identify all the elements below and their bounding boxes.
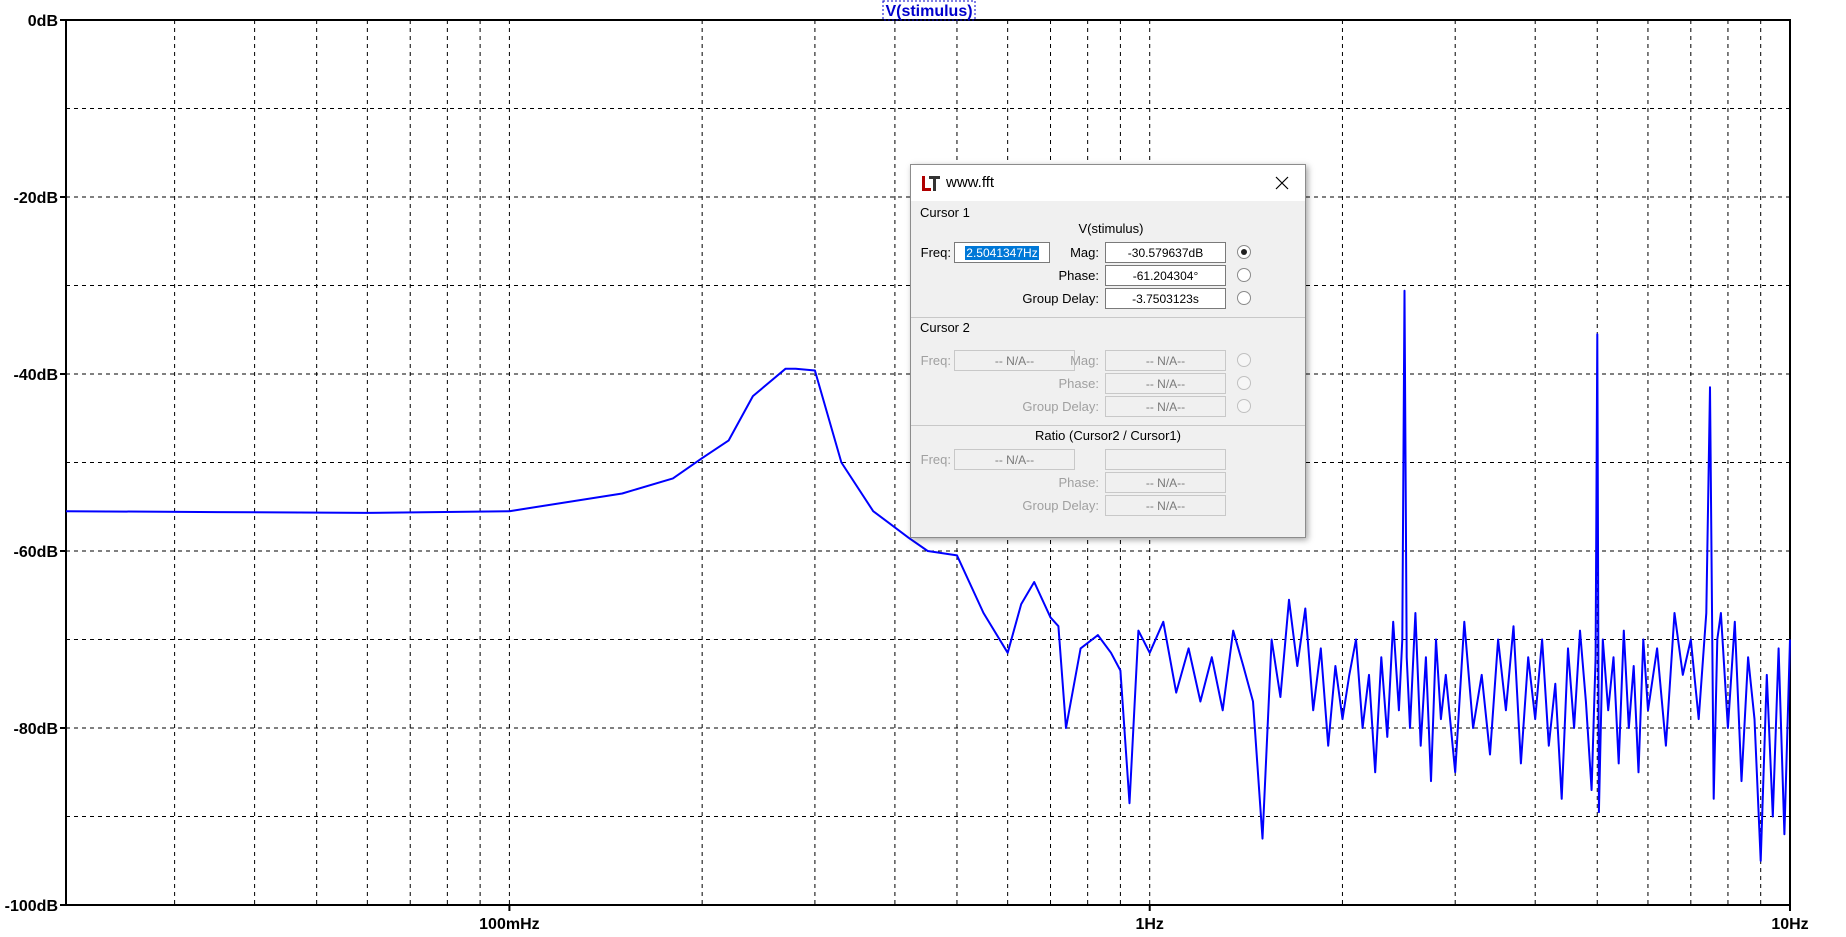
ratio-phase-label: Phase:: [1058, 475, 1099, 490]
cursor2-phase-radio[interactable]: [1237, 376, 1251, 390]
cursor1-label: Cursor 1: [920, 205, 970, 220]
ratio-label: Ratio (Cursor2 / Cursor1): [1035, 428, 1181, 443]
cursor1-group-delay-field[interactable]: -3.7503123s: [1105, 288, 1226, 309]
ltspice-icon: [922, 176, 940, 191]
y-tick-label: -100dB: [5, 898, 58, 915]
cursor1-group-delay-radio[interactable]: [1237, 291, 1251, 305]
cursor1-phase-radio[interactable]: [1237, 268, 1251, 282]
cursor1-mag-field[interactable]: -30.579637dB: [1105, 242, 1226, 263]
cursor2-mag-radio[interactable]: [1237, 353, 1251, 367]
ratio-freq-field[interactable]: -- N/A--: [954, 449, 1075, 470]
cursor1-trace-name: V(stimulus): [1078, 221, 1144, 236]
cursor2-mag-field[interactable]: -- N/A--: [1105, 350, 1226, 371]
cursor-dialog[interactable]: www.fft Cursor 1 V(stimulus) Freq: 2.504…: [910, 164, 1306, 538]
y-tick-label: -80dB: [14, 721, 58, 738]
cursor2-group-delay-field[interactable]: -- N/A--: [1105, 396, 1226, 417]
y-tick-label: 0dB: [28, 13, 58, 30]
y-tick-label: -20dB: [14, 190, 58, 207]
y-tick-label: -60dB: [14, 544, 58, 561]
x-tick-label: 10Hz: [1771, 916, 1808, 933]
ratio-mag-field[interactable]: [1105, 449, 1226, 470]
close-icon: [1275, 176, 1289, 190]
cursor1-phase-field[interactable]: -61.204304°: [1105, 265, 1226, 286]
trace-title-box[interactable]: V(stimulus): [882, 0, 976, 21]
y-tick-label: -40dB: [14, 367, 58, 384]
cursor2-freq-label: Freq:: [920, 353, 951, 368]
cursor2-group: Cursor 2 Freq: -- N/A-- Mag: -- N/A-- Ph…: [911, 317, 1305, 424]
ratio-phase-field[interactable]: -- N/A--: [1105, 472, 1226, 493]
cursor1-freq-field[interactable]: 2.5041347Hz: [954, 242, 1050, 263]
x-tick-label: 100mHz: [479, 916, 539, 933]
cursor1-mag-label: Mag:: [1070, 245, 1099, 260]
cursor1-phase-label: Phase:: [1058, 268, 1099, 283]
cursor2-group-delay-radio[interactable]: [1237, 399, 1251, 413]
cursor1-group: Cursor 1 V(stimulus) Freq: 2.5041347Hz M…: [911, 201, 1305, 315]
axis-tick-labels: 0dB -20dB -40dB -60dB -80dB -100dB 100mHz 1Hz 10…: [5, 13, 1809, 933]
cursor2-phase-label: Phase:: [1058, 376, 1099, 391]
cursor1-freq-label: Freq:: [920, 245, 951, 260]
cursor2-group-delay-label: Group Delay:: [1022, 399, 1099, 414]
cursor1-mag-radio[interactable]: [1237, 245, 1251, 259]
dialog-title: www.fft: [946, 174, 995, 191]
cursor2-mag-label: Mag:: [1070, 353, 1099, 368]
ratio-group-delay-field[interactable]: -- N/A--: [1105, 495, 1226, 516]
dialog-titlebar[interactable]: www.fft: [911, 165, 1305, 201]
close-button[interactable]: [1259, 165, 1305, 201]
x-tick-label: 1Hz: [1135, 916, 1163, 933]
ratio-group-delay-label: Group Delay:: [1022, 498, 1099, 513]
ratio-group: Ratio (Cursor2 / Cursor1) Freq: -- N/A--…: [911, 425, 1305, 536]
cursor2-label: Cursor 2: [920, 320, 970, 335]
cursor2-phase-field[interactable]: -- N/A--: [1105, 373, 1226, 394]
trace-title: V(stimulus): [885, 3, 972, 20]
cursor1-group-delay-label: Group Delay:: [1022, 291, 1099, 306]
ratio-freq-label: Freq:: [920, 452, 951, 467]
